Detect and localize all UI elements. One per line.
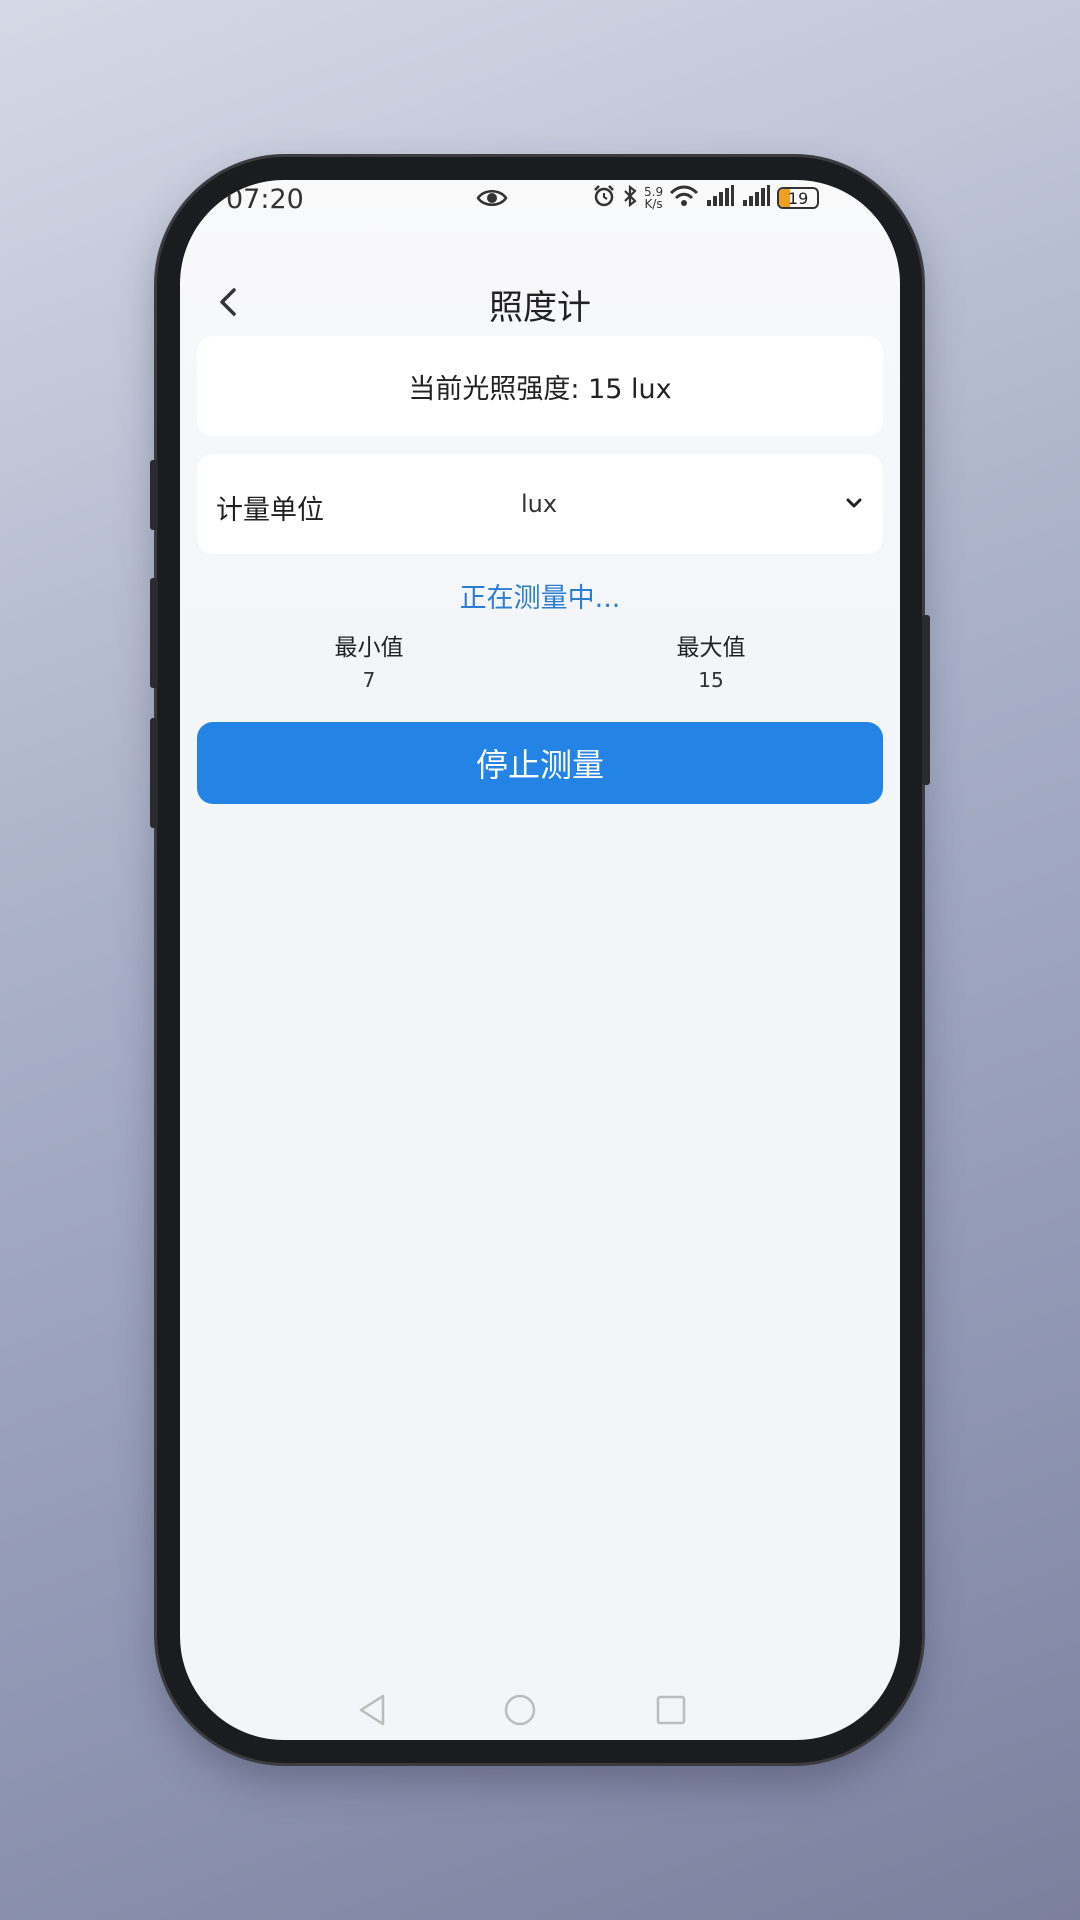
- min-value: 7: [362, 668, 376, 692]
- circle-home-icon: [504, 1694, 536, 1726]
- bluetooth-icon: [622, 184, 638, 212]
- signal-icon: [741, 184, 771, 212]
- nav-home-button[interactable]: [500, 1690, 540, 1730]
- eye-icon: [476, 186, 508, 214]
- app-header: 照度计: [180, 266, 900, 338]
- max-stat: 最大值 15: [631, 628, 791, 692]
- square-recents-icon: [656, 1695, 686, 1725]
- network-speed-unit: K/s: [644, 197, 663, 211]
- signal-icon: [705, 184, 735, 212]
- alarm-icon: [592, 184, 616, 212]
- app-screen: 07:20 5.9 K/s 19 照度计 当前光照强度: 15 lux 计量单位…: [180, 180, 900, 1740]
- min-stat: 最小值 7: [289, 628, 449, 692]
- battery-level: 19: [787, 188, 809, 208]
- max-label: 最大值: [676, 635, 746, 661]
- network-speed: 5.9 K/s: [644, 186, 663, 210]
- max-value: 15: [698, 668, 724, 692]
- volume-down-button: [150, 578, 158, 688]
- battery-icon: 19: [777, 187, 820, 209]
- side-button: [150, 718, 158, 828]
- power-button: [922, 615, 930, 785]
- status-icons: 5.9 K/s 19: [592, 184, 820, 212]
- triangle-back-icon: [359, 1694, 385, 1726]
- status-bar: 07:20 5.9 K/s 19: [180, 180, 900, 236]
- system-nav-bar: [180, 1680, 900, 1740]
- min-label: 最小值: [334, 635, 404, 661]
- volume-up-button: [150, 460, 158, 530]
- unit-select[interactable]: 计量单位 lux: [197, 454, 883, 554]
- current-reading: 当前光照强度: 15 lux: [408, 373, 672, 405]
- stop-measure-button[interactable]: 停止测量: [197, 722, 883, 804]
- unit-selected-value: lux: [520, 490, 558, 518]
- reading-card: 当前光照强度: 15 lux: [197, 336, 883, 436]
- nav-recents-button[interactable]: [651, 1690, 691, 1730]
- page-title: 照度计: [489, 288, 591, 328]
- nav-back-button[interactable]: [353, 1690, 393, 1730]
- chevron-down-icon: [846, 498, 862, 508]
- wifi-icon: [669, 184, 699, 212]
- status-time: 07:20: [226, 184, 304, 215]
- measuring-status: 正在测量中...: [459, 583, 621, 614]
